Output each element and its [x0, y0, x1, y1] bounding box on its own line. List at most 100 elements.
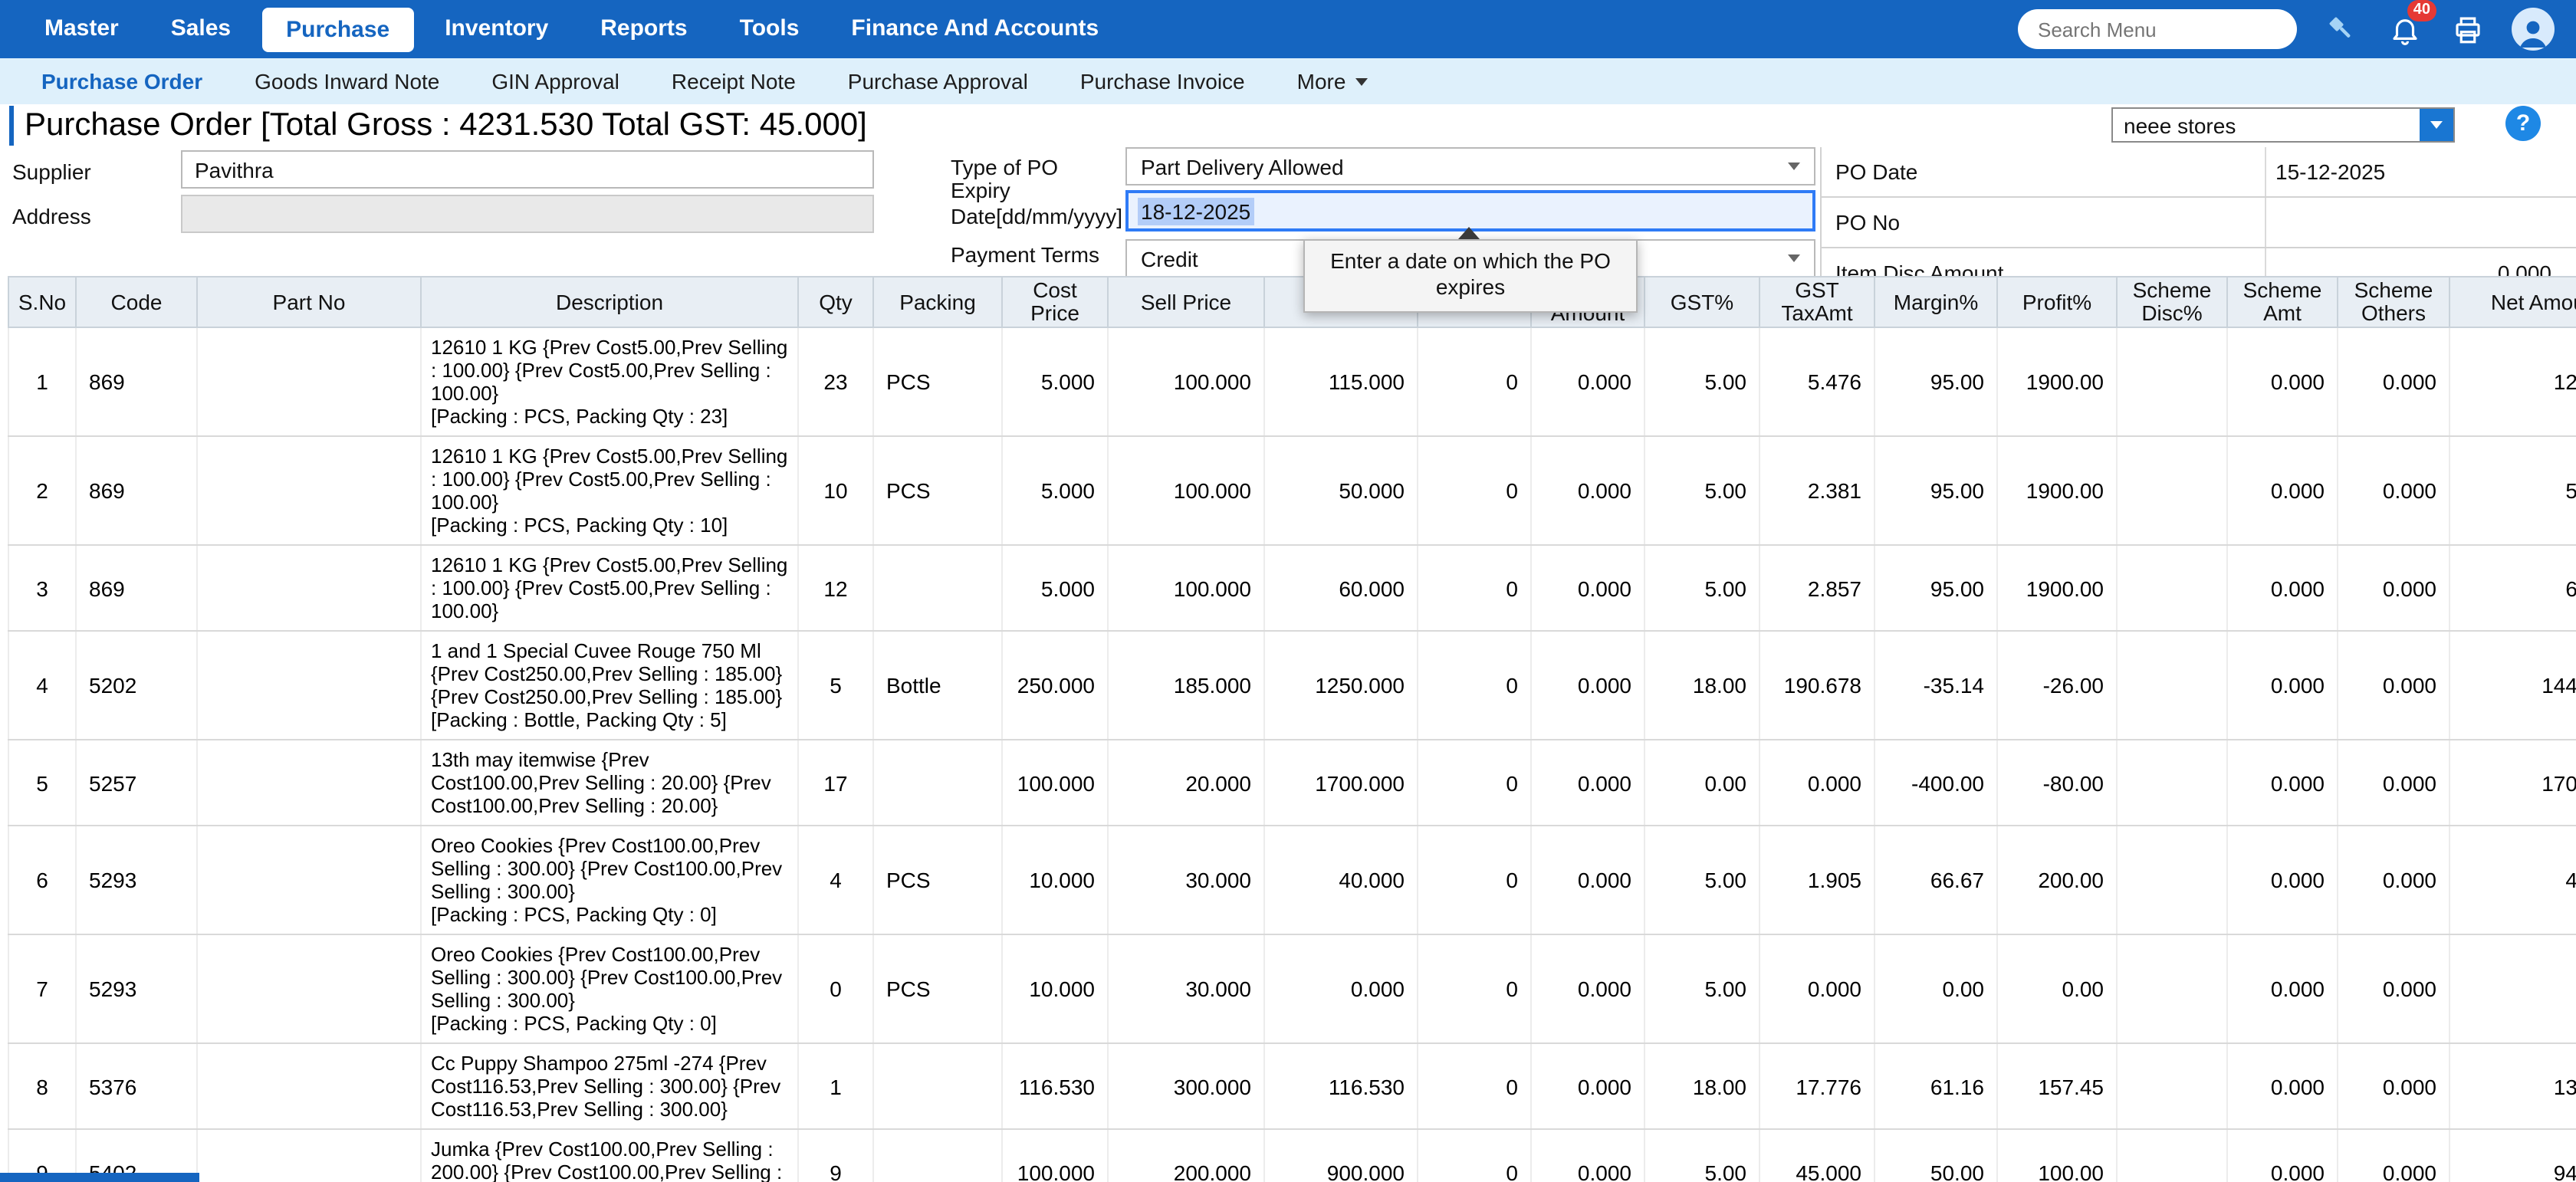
cell-scheme-others[interactable]: 0.000	[2338, 1129, 2450, 1182]
cell-scheme-others[interactable]: 0.000	[2338, 327, 2450, 436]
cell-margin-pct[interactable]: 0.00	[1875, 934, 1997, 1043]
cell-amount[interactable]: 0.000	[1264, 934, 1418, 1043]
cell-disc-amount[interactable]: 0.000	[1531, 327, 1644, 436]
cell-gst-taxamt[interactable]: 45.000	[1760, 1129, 1875, 1182]
cell-gst-pct[interactable]: 5.00	[1644, 436, 1760, 545]
cell-gst-pct[interactable]: 5.00	[1644, 545, 1760, 631]
cell-cost-price[interactable]: 5.000	[1002, 545, 1108, 631]
cell-net-amt[interactable]: 134.306	[2450, 1043, 2576, 1129]
cell-scheme-disc-pct[interactable]	[2117, 1043, 2227, 1129]
cell-scheme-disc-pct[interactable]	[2117, 631, 2227, 740]
cell-disc-amount[interactable]: 0.000	[1531, 1129, 1644, 1182]
cell-scheme-others[interactable]: 0.000	[2338, 436, 2450, 545]
cell-net-amt[interactable]: 62.857	[2450, 545, 2576, 631]
cell-disc-amount[interactable]: 0.000	[1531, 631, 1644, 740]
cell-gst-pct[interactable]: 18.00	[1644, 631, 1760, 740]
cell-cost-price[interactable]: 250.000	[1002, 631, 1108, 740]
nav-item-tools[interactable]: Tools	[714, 0, 826, 58]
nav-item-finance-and-accounts[interactable]: Finance And Accounts	[825, 0, 1125, 58]
cell-profit-pct[interactable]: 0.00	[1997, 934, 2117, 1043]
cell-margin-pct[interactable]: 95.00	[1875, 436, 1997, 545]
cell-scheme-others[interactable]: 0.000	[2338, 545, 2450, 631]
cell-scheme-others[interactable]: 0.000	[2338, 826, 2450, 934]
cell-qty[interactable]: 4	[798, 826, 873, 934]
cell-scheme-others[interactable]: 0.000	[2338, 1043, 2450, 1129]
cell-description[interactable]: Cc Puppy Shampoo 275ml -274 {Prev Cost11…	[421, 1043, 798, 1129]
supplier-input[interactable]	[181, 150, 874, 189]
cell-gst-taxamt[interactable]: 2.857	[1760, 545, 1875, 631]
cell-amount[interactable]: 116.530	[1264, 1043, 1418, 1129]
cell-part-no[interactable]	[197, 1129, 421, 1182]
cell-cost-price[interactable]: 100.000	[1002, 1129, 1108, 1182]
cell-packing[interactable]: PCS	[873, 826, 1002, 934]
nav-item-master[interactable]: Master	[18, 0, 145, 58]
cell-sell-price[interactable]: 30.000	[1108, 934, 1264, 1043]
cell-disc-amount[interactable]: 0.000	[1531, 934, 1644, 1043]
cell-net-amt[interactable]: 1440.678	[2450, 631, 2576, 740]
cell-qty[interactable]: 9	[798, 1129, 873, 1182]
cell-packing[interactable]: PCS	[873, 436, 1002, 545]
cell-scheme-amt[interactable]: 0.000	[2227, 631, 2338, 740]
cell-scheme-amt[interactable]: 0.000	[2227, 327, 2338, 436]
cell-disc-pct[interactable]: 0	[1418, 826, 1531, 934]
cell-gst-pct[interactable]: 18.00	[1644, 1043, 1760, 1129]
cell-part-no[interactable]	[197, 631, 421, 740]
cell-cost-price[interactable]: 5.000	[1002, 436, 1108, 545]
nav-item-sales[interactable]: Sales	[145, 0, 257, 58]
cell-profit-pct[interactable]: 157.45	[1997, 1043, 2117, 1129]
gavel-icon[interactable]	[2323, 11, 2360, 48]
cell-sno[interactable]: 4	[8, 631, 76, 740]
cell-disc-pct[interactable]: 0	[1418, 631, 1531, 740]
cell-scheme-amt[interactable]: 0.000	[2227, 934, 2338, 1043]
cell-disc-amount[interactable]: 0.000	[1531, 1043, 1644, 1129]
cell-disc-amount[interactable]: 0.000	[1531, 826, 1644, 934]
cell-qty[interactable]: 1	[798, 1043, 873, 1129]
user-avatar[interactable]	[2512, 8, 2555, 51]
cell-profit-pct[interactable]: 1900.00	[1997, 436, 2117, 545]
cell-scheme-disc-pct[interactable]	[2117, 1129, 2227, 1182]
cell-disc-pct[interactable]: 0	[1418, 545, 1531, 631]
cell-sno[interactable]: 1	[8, 327, 76, 436]
cell-part-no[interactable]	[197, 436, 421, 545]
cell-scheme-amt[interactable]: 0.000	[2227, 1043, 2338, 1129]
cell-scheme-disc-pct[interactable]	[2117, 436, 2227, 545]
cell-scheme-amt[interactable]: 0.000	[2227, 436, 2338, 545]
expiry-date-input[interactable]: 18-12-2025	[1125, 190, 1815, 231]
cell-gst-taxamt[interactable]: 0.000	[1760, 740, 1875, 826]
cell-amount[interactable]: 900.000	[1264, 1129, 1418, 1182]
cell-packing[interactable]	[873, 1129, 1002, 1182]
cell-profit-pct[interactable]: 200.00	[1997, 826, 2117, 934]
cell-amount[interactable]: 40.000	[1264, 826, 1418, 934]
cell-description[interactable]: 12610 1 KG {Prev Cost5.00,Prev Selling :…	[421, 436, 798, 545]
notifications-bell-icon[interactable]: 40	[2386, 11, 2423, 48]
tab-goods-inward-note[interactable]: Goods Inward Note	[228, 58, 465, 104]
cell-profit-pct[interactable]: -26.00	[1997, 631, 2117, 740]
cell-code[interactable]: 869	[76, 436, 197, 545]
cell-amount[interactable]: 50.000	[1264, 436, 1418, 545]
cell-scheme-disc-pct[interactable]	[2117, 934, 2227, 1043]
printer-icon[interactable]	[2449, 11, 2486, 48]
cell-gst-taxamt[interactable]: 2.381	[1760, 436, 1875, 545]
cell-code[interactable]: 5293	[76, 826, 197, 934]
subnav-more-button[interactable]: More	[1271, 58, 1394, 104]
cell-profit-pct[interactable]: -80.00	[1997, 740, 2117, 826]
cell-cost-price[interactable]: 116.530	[1002, 1043, 1108, 1129]
cell-code[interactable]: 5257	[76, 740, 197, 826]
search-input[interactable]	[2018, 9, 2297, 49]
cell-qty[interactable]: 10	[798, 436, 873, 545]
cell-gst-taxamt[interactable]: 5.476	[1760, 327, 1875, 436]
cell-code[interactable]: 869	[76, 327, 197, 436]
cell-scheme-amt[interactable]: 0.000	[2227, 1129, 2338, 1182]
cell-packing[interactable]	[873, 1043, 1002, 1129]
cell-description[interactable]: 13th may itemwise {Prev Cost100.00,Prev …	[421, 740, 798, 826]
cell-sell-price[interactable]: 185.000	[1108, 631, 1264, 740]
cell-scheme-disc-pct[interactable]	[2117, 545, 2227, 631]
cell-code[interactable]: 5293	[76, 934, 197, 1043]
cell-net-amt[interactable]: 52.381	[2450, 436, 2576, 545]
tab-receipt-note[interactable]: Receipt Note	[646, 58, 822, 104]
cell-scheme-disc-pct[interactable]	[2117, 740, 2227, 826]
cell-gst-pct[interactable]: 5.00	[1644, 1129, 1760, 1182]
cell-description[interactable]: Oreo Cookies {Prev Cost100.00,Prev Selli…	[421, 934, 798, 1043]
cell-scheme-others[interactable]: 0.000	[2338, 740, 2450, 826]
cell-sno[interactable]: 6	[8, 826, 76, 934]
